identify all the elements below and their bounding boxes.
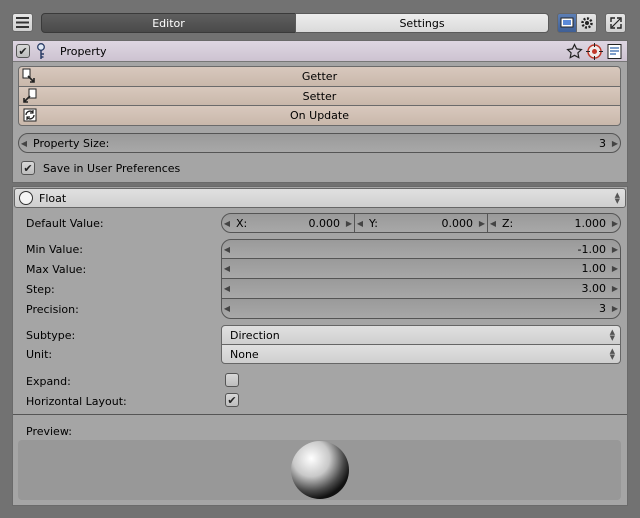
step-value: 3.00 [581, 282, 607, 295]
gear-icon [580, 17, 593, 29]
horizontal-layout-checkbox[interactable]: ✔ [225, 393, 239, 407]
dropdown-arrows-icon: ▲ ▼ [609, 328, 615, 342]
on-update-button[interactable]: On Update [18, 105, 621, 126]
step-field[interactable]: ◀ 3.00 ▶ [221, 278, 621, 299]
on-update-label: On Update [290, 109, 349, 122]
max-value-field[interactable]: ◀ 1.00 ▶ [221, 258, 621, 279]
favorite-star-icon[interactable] [566, 43, 583, 60]
increment-arrow-icon[interactable]: ▶ [610, 219, 620, 228]
unit-label: Unit: [26, 347, 53, 361]
expand-checkbox[interactable] [225, 373, 239, 387]
preferences-button[interactable] [576, 13, 597, 33]
type-title: Float [39, 191, 67, 205]
default-x-field[interactable]: ◀ X: 0.000 ▶ [221, 213, 355, 233]
text-document-icon[interactable] [606, 43, 623, 60]
target-icon[interactable] [586, 43, 603, 60]
min-value: -1.00 [577, 242, 606, 256]
decrement-arrow-icon[interactable]: ◀ [488, 219, 498, 228]
default-x-label: X: [236, 216, 248, 230]
menu-button[interactable] [12, 13, 33, 32]
setter-button[interactable]: Setter [18, 86, 621, 106]
display-icon [560, 17, 574, 28]
increment-arrow-icon[interactable]: ▶ [610, 245, 620, 254]
step-label: Step: [26, 282, 55, 296]
refresh-icon [22, 107, 38, 123]
view-toggle-button[interactable] [557, 13, 577, 33]
increment-arrow-icon[interactable]: ▶ [610, 264, 620, 273]
save-prefs-checkbox[interactable]: ✔ [21, 161, 35, 175]
horizontal-layout-label: Horizontal Layout: [26, 394, 127, 408]
tab-settings-label: Settings [399, 16, 445, 30]
precision-field[interactable]: ◀ 3 ▶ [221, 298, 621, 319]
default-y-field[interactable]: ◀ Y: 0.000 ▶ [354, 213, 488, 233]
checkmark-icon: ✔ [227, 393, 237, 407]
decrement-arrow-icon[interactable]: ◀ [19, 139, 29, 148]
checkmark-icon: ✔ [18, 44, 28, 58]
min-value-label: Min Value: [26, 242, 83, 256]
decrement-arrow-icon[interactable]: ◀ [222, 245, 232, 254]
decrement-arrow-icon[interactable]: ◀ [222, 304, 232, 313]
unit-value: None [230, 347, 259, 361]
increment-arrow-icon[interactable]: ▶ [610, 139, 620, 148]
unit-dropdown[interactable]: None ▲ ▼ [221, 344, 621, 364]
decrement-arrow-icon[interactable]: ◀ [355, 219, 365, 228]
tab-editor-label: Editor [152, 16, 185, 30]
getter-button[interactable]: Getter [18, 66, 621, 87]
decrement-arrow-icon[interactable]: ◀ [222, 219, 232, 228]
tab-editor[interactable]: Editor [41, 13, 296, 33]
save-prefs-label: Save in User Preferences [43, 162, 181, 175]
type-float-radio-icon [19, 191, 33, 205]
precision-value: 3 [599, 302, 606, 315]
increment-arrow-icon[interactable]: ▶ [344, 219, 354, 228]
property-size-field[interactable]: ◀ Property Size: 3 ▶ [18, 133, 621, 153]
property-title: Property [60, 45, 107, 58]
dropdown-arrows-icon: ▲ ▼ [614, 191, 620, 205]
property-key-icon [35, 43, 49, 60]
fullscreen-icon [609, 17, 622, 29]
default-y-label: Y: [369, 216, 378, 230]
decrement-arrow-icon[interactable]: ◀ [222, 284, 232, 293]
precision-label: Precision: [26, 302, 79, 316]
max-value-label: Max Value: [26, 262, 87, 276]
increment-arrow-icon[interactable]: ▶ [610, 284, 620, 293]
decrement-arrow-icon[interactable]: ◀ [222, 264, 232, 273]
default-x-value: 0.000 [308, 216, 341, 230]
subtype-label: Subtype: [26, 328, 76, 342]
property-enabled-checkbox[interactable]: ✔ [16, 44, 30, 58]
setter-label: Setter [302, 89, 337, 103]
subtype-value: Direction [230, 328, 280, 342]
getter-icon [22, 68, 38, 84]
divider [13, 414, 627, 415]
fullscreen-button[interactable] [605, 13, 626, 33]
checkmark-icon: ✔ [23, 161, 33, 175]
property-size-label: Property Size: [33, 136, 110, 150]
subtype-dropdown[interactable]: Direction ▲ ▼ [221, 325, 621, 345]
property-size-value: 3 [599, 136, 606, 150]
getter-label: Getter [301, 70, 338, 83]
expand-label: Expand: [26, 374, 71, 388]
max-value: 1.00 [581, 262, 607, 275]
setter-icon [22, 88, 38, 104]
default-z-field[interactable]: ◀ Z: 1.000 ▶ [487, 213, 621, 233]
hamburger-menu-icon [16, 17, 29, 28]
preview-label: Preview: [26, 424, 72, 438]
dropdown-arrows-icon: ▲ ▼ [609, 347, 615, 361]
sphere-preview-icon[interactable] [289, 440, 351, 500]
tab-settings[interactable]: Settings [295, 13, 549, 33]
increment-arrow-icon[interactable]: ▶ [477, 219, 487, 228]
type-selector[interactable]: Float ▲ ▼ [14, 188, 626, 208]
default-value-label: Default Value: [26, 216, 104, 230]
increment-arrow-icon[interactable]: ▶ [610, 304, 620, 313]
min-value-field[interactable]: ◀ -1.00 ▶ [221, 239, 621, 259]
default-y-value: 0.000 [441, 216, 474, 230]
default-z-label: Z: [502, 216, 514, 230]
default-z-value: 1.000 [574, 216, 607, 230]
